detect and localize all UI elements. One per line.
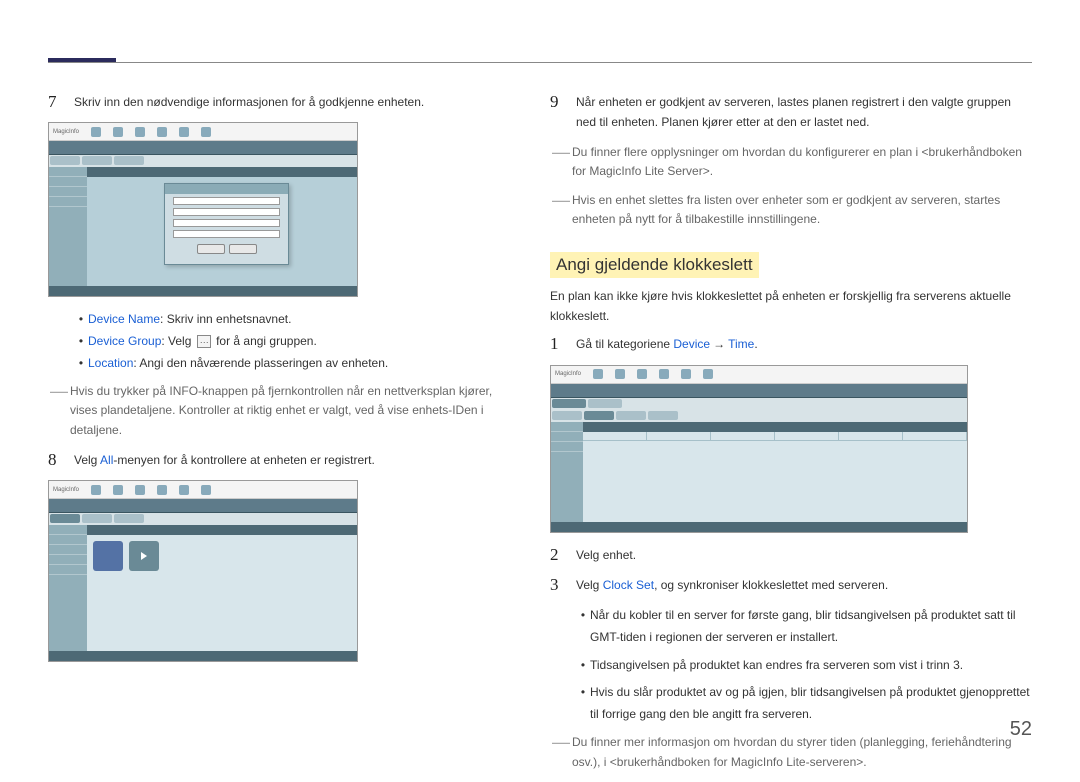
term-device: Device	[673, 337, 710, 351]
bullet-list: • Device Name: Skriv inn enhetsnavnet. •…	[74, 309, 518, 374]
bullet-restore: • Hvis du slår produktet av og på igjen,…	[576, 682, 1032, 725]
term-clock-set: Clock Set	[603, 578, 654, 592]
left-column: 7 Skriv inn den nødvendige informasjonen…	[48, 92, 518, 674]
note-manual-ref-2: ― Du finner mer informasjon om hvordan d…	[552, 733, 1032, 771]
step-number: 9	[550, 92, 576, 133]
note-info-button: ― Hvis du trykker på INFO-knappen på fje…	[50, 382, 518, 440]
bullet-gmt: • Når du kobler til en server for første…	[576, 605, 1032, 648]
page-number: 52	[1010, 718, 1032, 741]
step-7: 7 Skriv inn den nødvendige informasjonen…	[48, 92, 518, 112]
bullet-change-from-server: • Tidsangivelsen på produktet kan endres…	[576, 655, 1032, 677]
bullet-list-clock: • Når du kobler til en server for første…	[576, 605, 1032, 725]
bullet-device-group: • Device Group: Velg for å angi gruppen.	[74, 331, 518, 353]
step-2: 2 Velg enhet.	[550, 545, 1032, 565]
section-title-clock: Angi gjeldende klokkeslett	[550, 252, 759, 278]
step-text: Velg enhet.	[576, 545, 1032, 565]
step-8: 8 Velg All-menyen for å kontrollere at e…	[48, 450, 518, 470]
step-number: 3	[550, 575, 576, 595]
bullet-device-name: • Device Name: Skriv inn enhetsnavnet.	[74, 309, 518, 331]
term-device-name: Device Name	[88, 312, 160, 326]
browse-icon	[197, 335, 211, 348]
note-manual-ref-1: ― Du finner flere opplysninger om hvorda…	[552, 143, 1032, 181]
step-number: 7	[48, 92, 74, 112]
bullet-location: • Location: Angi den nåværende plasserin…	[74, 353, 518, 375]
screenshot-approve-device: MagicInfo	[48, 122, 358, 297]
step-1: 1 Gå til kategoriene Device→Time.	[550, 334, 1032, 354]
term-time: Time	[728, 337, 754, 351]
screenshot-time-settings: MagicInfo	[550, 365, 968, 533]
term-device-group: Device Group	[88, 334, 161, 348]
note-delete-device: ― Hvis en enhet slettes fra listen over …	[552, 191, 1032, 229]
step-text: Gå til kategoriene Device→Time.	[576, 334, 1032, 354]
term-location: Location	[88, 356, 133, 370]
section-intro: En plan kan ikke kjøre hvis klokkeslette…	[550, 286, 1032, 327]
header-rule	[48, 62, 1032, 63]
arrow-icon: →	[713, 334, 725, 354]
step-text: Velg Clock Set, og synkroniser klokkesle…	[576, 575, 1032, 595]
step-number: 1	[550, 334, 576, 354]
step-text: Velg All-menyen for å kontrollere at enh…	[74, 450, 518, 470]
step-number: 2	[550, 545, 576, 565]
screenshot-device-list: MagicInfo	[48, 480, 358, 662]
step-9: 9 Når enheten er godkjent av serveren, l…	[550, 92, 1032, 133]
step-text: Når enheten er godkjent av serveren, las…	[576, 92, 1032, 133]
right-column: 9 Når enheten er godkjent av serveren, l…	[550, 92, 1032, 782]
step-3: 3 Velg Clock Set, og synkroniser klokkes…	[550, 575, 1032, 595]
step-number: 8	[48, 450, 74, 470]
step-text: Skriv inn den nødvendige informasjonen f…	[74, 92, 518, 112]
term-all: All	[100, 453, 113, 467]
